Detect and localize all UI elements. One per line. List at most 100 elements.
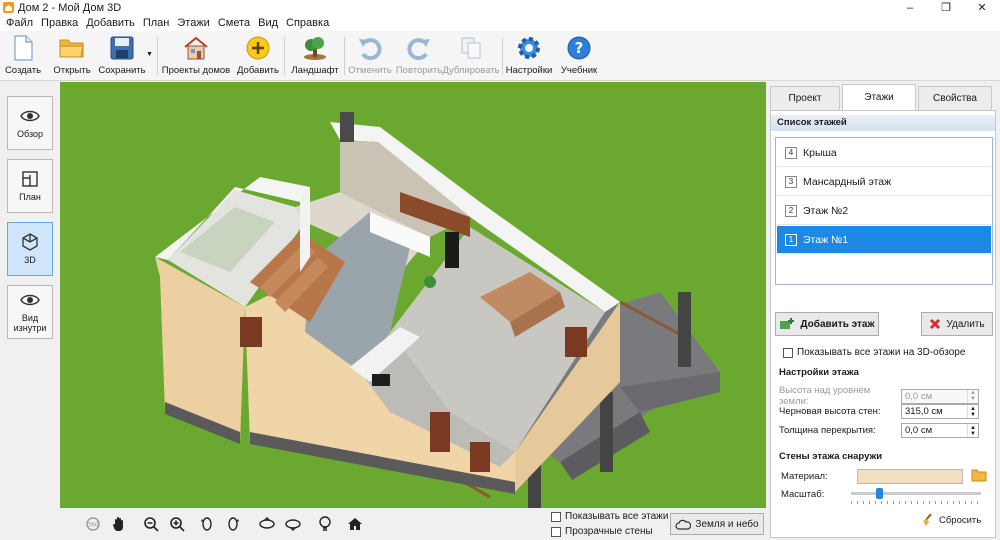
tv-screen <box>445 232 459 268</box>
delete-floor-button[interactable]: Удалить <box>921 312 993 336</box>
menu-file[interactable]: Файл <box>2 17 37 29</box>
floor-item-attic[interactable]: 3 Мансардный этаж <box>777 168 991 196</box>
viewport-toolbar: 360 Показывать все этажи Прозрачные стен… <box>60 508 766 540</box>
floor-number-badge: 4 <box>785 146 797 159</box>
slider-track <box>851 492 981 495</box>
rotate-right-icon[interactable] <box>222 514 244 534</box>
floor-item-1[interactable]: 1 Этаж №1 <box>777 226 991 254</box>
scale-label: Масштаб: <box>781 489 825 500</box>
slab-thickness-input[interactable]: 0,0 см ▲ ▼ <box>901 423 979 438</box>
floor-item-roof[interactable]: 4 Крыша <box>777 139 991 167</box>
exterior-window <box>430 412 450 452</box>
slider-knob[interactable] <box>876 488 883 499</box>
spinner-arrows-icon[interactable]: ▲ ▼ <box>967 424 978 437</box>
menu-help[interactable]: Справка <box>282 17 333 29</box>
tilt-down-icon[interactable] <box>282 514 304 534</box>
floor-list-header: Список этажей <box>771 115 995 131</box>
menu-estimate[interactable]: Смета <box>214 17 254 29</box>
transparent-walls-checkbox[interactable]: Прозрачные стены <box>551 526 653 537</box>
rotate-360-icon[interactable]: 360 <box>82 514 104 534</box>
zoom-in-icon[interactable] <box>166 514 188 534</box>
tab-floors[interactable]: Этажи <box>842 84 916 110</box>
scale-slider[interactable] <box>851 487 981 507</box>
toolbar-separator <box>502 37 503 75</box>
save-dropdown-arrow-icon[interactable]: ▼ <box>146 51 153 58</box>
create-button[interactable]: Создать <box>4 34 42 78</box>
tab-project[interactable]: Проект <box>770 86 840 110</box>
zoom-out-icon[interactable] <box>140 514 162 534</box>
add-button[interactable]: Добавить <box>236 34 280 78</box>
house-projects-button[interactable]: Проекты домов <box>162 34 230 78</box>
house-plant <box>424 276 436 288</box>
landscape-button[interactable]: Ландшафт <box>291 34 339 78</box>
add-floor-icon <box>780 318 795 329</box>
menu-floors[interactable]: Этажи <box>173 17 213 29</box>
floors-tab-content: Список этажей 4 Крыша 3 Мансардный этаж … <box>770 110 996 538</box>
app-house-icon <box>3 2 14 13</box>
save-button[interactable]: Сохранить <box>98 34 146 78</box>
open-button[interactable]: Открыть <box>52 34 92 78</box>
3d-mode-button[interactable]: 3D <box>7 222 53 276</box>
add-floor-button[interactable]: Добавить этаж <box>775 312 879 336</box>
rough-wall-height-input[interactable]: 315,0 см ▲ ▼ <box>901 404 979 419</box>
duplicate-button[interactable]: Дублировать <box>442 34 500 78</box>
menu-edit[interactable]: Правка <box>37 17 82 29</box>
pan-hand-icon[interactable] <box>108 514 130 534</box>
menu-plan[interactable]: План <box>139 17 174 29</box>
floor-settings-header: Настройки этажа <box>779 367 859 378</box>
checkbox-box[interactable] <box>783 347 793 358</box>
rough-wall-height-row: Черновая высота стен: 315,0 см ▲ ▼ <box>779 404 979 419</box>
plus-circle-icon <box>244 34 272 62</box>
broom-icon <box>923 513 932 526</box>
menu-bar: Файл Правка Добавить План Этажи Смета Ви… <box>0 15 1000 31</box>
exterior-window <box>565 327 587 357</box>
undo-button[interactable]: Отменить <box>348 34 392 78</box>
exterior-walls-header: Стены этажа снаружи <box>779 451 883 462</box>
minimize-button[interactable]: – <box>892 0 928 15</box>
window-title: Дом 2 - Мой Дом 3D <box>18 1 122 14</box>
rotate-left-icon[interactable] <box>196 514 218 534</box>
reset-button[interactable]: Сбросить <box>921 513 981 527</box>
spinner-arrows-icon[interactable]: ▲ ▼ <box>967 405 978 418</box>
earth-sky-button[interactable]: Земля и небо <box>670 513 764 535</box>
redo-button[interactable]: Повторить <box>396 34 442 78</box>
field-label: Толщина перекрытия: <box>779 425 876 436</box>
inside-view-mode-button[interactable]: Вид изнутри <box>7 285 53 339</box>
tutorial-button[interactable]: ? Учебник <box>558 34 600 78</box>
maximize-button[interactable]: ❐ <box>928 0 964 15</box>
svg-text:?: ? <box>575 39 584 57</box>
tilt-up-icon[interactable] <box>256 514 278 534</box>
delete-x-icon <box>930 318 941 330</box>
toolbar-separator <box>284 37 285 75</box>
floor-number-badge: 3 <box>785 175 797 188</box>
floor-number-badge: 2 <box>785 204 797 217</box>
cloud-icon <box>675 519 692 530</box>
spinner-arrows-icon[interactable]: ▲ ▼ <box>967 389 978 403</box>
light-bulb-icon[interactable] <box>314 514 336 534</box>
overview-mode-button[interactable]: Обзор <box>7 96 53 150</box>
show-all-floors-checkbox[interactable]: Показывать все этажи <box>551 511 668 522</box>
help-question-icon: ? <box>565 34 593 62</box>
show-all-floors-3d-checkbox[interactable]: Показывать все этажи на 3D-обзоре <box>783 347 965 358</box>
tab-properties[interactable]: Свойства <box>918 86 992 110</box>
floor-item-2[interactable]: 2 Этаж №2 <box>777 197 991 225</box>
checkbox-box[interactable] <box>551 511 561 522</box>
material-swatch[interactable] <box>857 469 963 484</box>
home-view-icon[interactable] <box>344 514 366 534</box>
duplicate-pages-icon <box>457 34 485 62</box>
menu-add[interactable]: Добавить <box>82 17 139 29</box>
floor-name: Этаж №1 <box>803 233 849 246</box>
eye-inside-icon <box>20 291 40 309</box>
close-button[interactable]: ✕ <box>964 0 1000 15</box>
checkbox-box[interactable] <box>551 526 561 537</box>
plan-mode-button[interactable]: План <box>7 159 53 213</box>
tree-icon <box>301 34 329 62</box>
open-folder-icon[interactable] <box>971 468 987 485</box>
gear-icon <box>515 34 543 62</box>
settings-button[interactable]: Настройки <box>506 34 552 78</box>
redo-arrow-icon <box>405 34 433 62</box>
3d-viewport[interactable] <box>60 82 766 508</box>
menu-view[interactable]: Вид <box>254 17 282 29</box>
height-above-ground-input[interactable]: 0,0 см ▲ ▼ <box>901 388 979 404</box>
slab-thickness-row: Толщина перекрытия: 0,0 см ▲ ▼ <box>779 423 979 438</box>
